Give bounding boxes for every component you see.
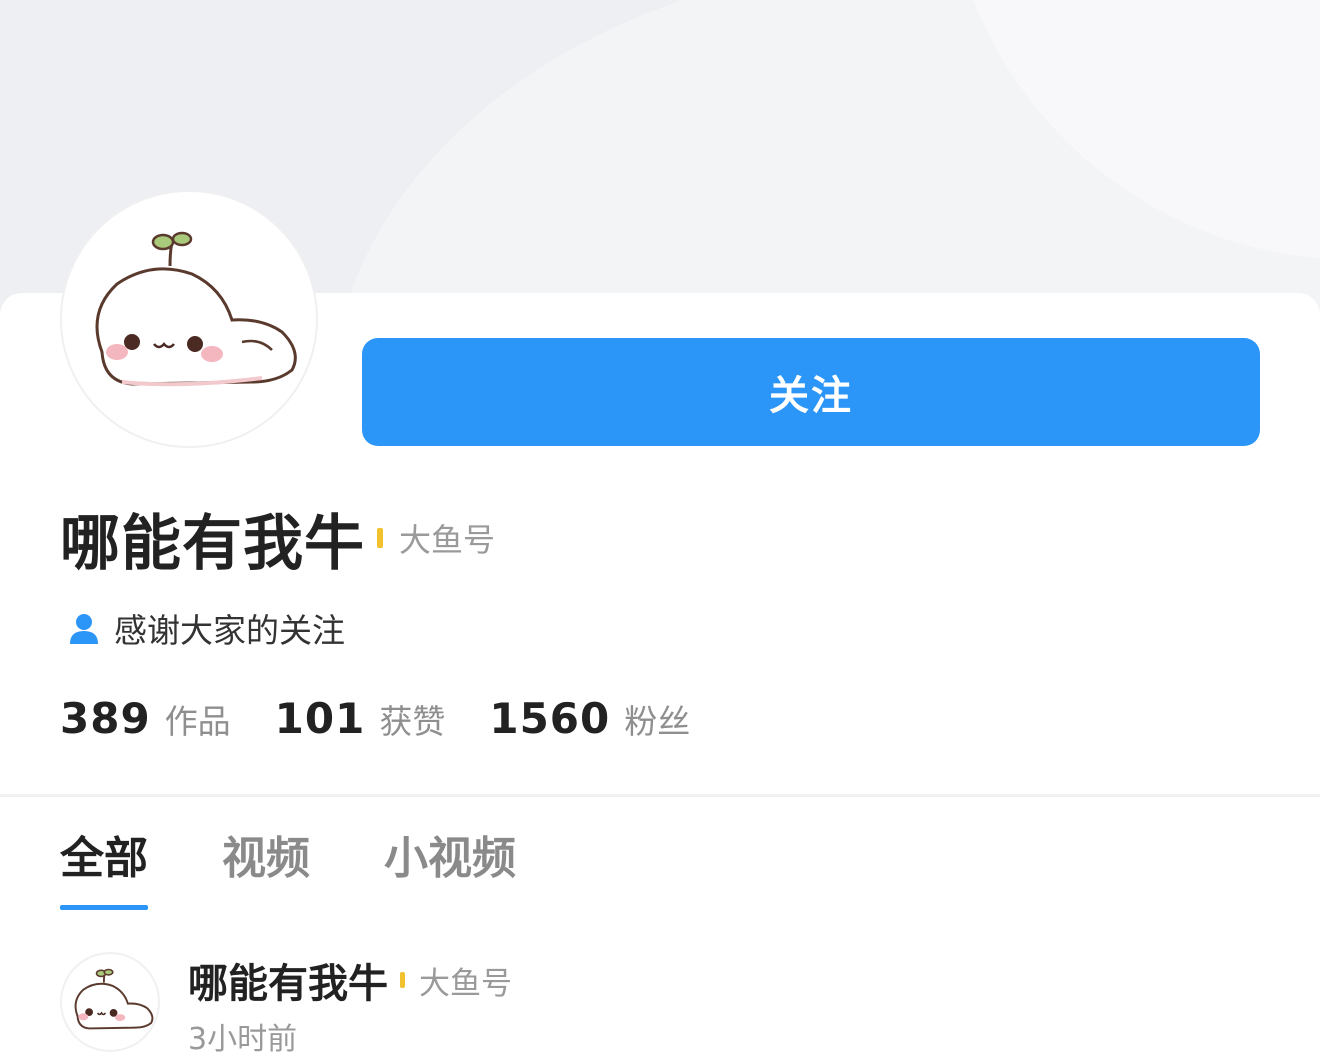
post-timestamp: 3小时前 [188, 1022, 298, 1057]
profile-name-row: 哪能有我牛 大鱼号 [60, 498, 496, 579]
post-item[interactable]: 哪能有我牛 大鱼号 3小时前 [60, 952, 1260, 1062]
stats-row: 389 作品 101 获赞 1560 粉丝 [60, 688, 734, 748]
stat-works[interactable]: 389 作品 [60, 694, 231, 743]
stat-works-count: 389 [60, 693, 151, 743]
tab-videos-label: 视频 [222, 833, 310, 884]
follow-button[interactable]: 关注 [362, 338, 1260, 446]
stat-fans[interactable]: 1560 粉丝 [489, 694, 690, 743]
active-tab-indicator [60, 905, 148, 910]
source-tag-marker [400, 972, 405, 988]
post-author-name[interactable]: 哪能有我牛 [188, 951, 388, 1009]
tab-all-label: 全部 [60, 833, 148, 884]
content-tabs: 全部 视频 小视频 [60, 826, 590, 916]
tab-all[interactable]: 全部 [60, 826, 148, 910]
user-icon [70, 614, 98, 644]
tab-videos[interactable]: 视频 [222, 826, 310, 896]
mascot-avatar-image [74, 968, 154, 1030]
tab-short-videos[interactable]: 小视频 [384, 826, 516, 896]
stat-fans-count: 1560 [489, 693, 611, 743]
profile-name: 哪能有我牛 [60, 508, 365, 579]
bio-row: 感谢大家的关注 [68, 604, 345, 652]
tab-short-videos-label: 小视频 [384, 833, 516, 884]
stat-likes[interactable]: 101 获赞 [275, 694, 446, 743]
source-tag-marker [377, 528, 383, 548]
stat-likes-label: 获赞 [379, 701, 446, 741]
bio-text: 感谢大家的关注 [114, 611, 345, 650]
stat-works-label: 作品 [164, 701, 231, 741]
stat-likes-count: 101 [274, 693, 366, 743]
mascot-avatar-image [95, 231, 297, 387]
profile-avatar[interactable] [60, 190, 318, 448]
source-tag: 大鱼号 [399, 521, 496, 559]
post-author-row: 哪能有我牛 大鱼号 [188, 951, 512, 1009]
section-divider [0, 794, 1320, 797]
stat-fans-label: 粉丝 [624, 701, 691, 741]
post-author-avatar[interactable] [60, 952, 160, 1052]
profile-page: 关注 哪能有我牛 大鱼号 感谢大家的关注 389 作品 101 获赞 1560 … [0, 0, 1320, 1063]
post-source-tag: 大鱼号 [419, 965, 512, 1002]
